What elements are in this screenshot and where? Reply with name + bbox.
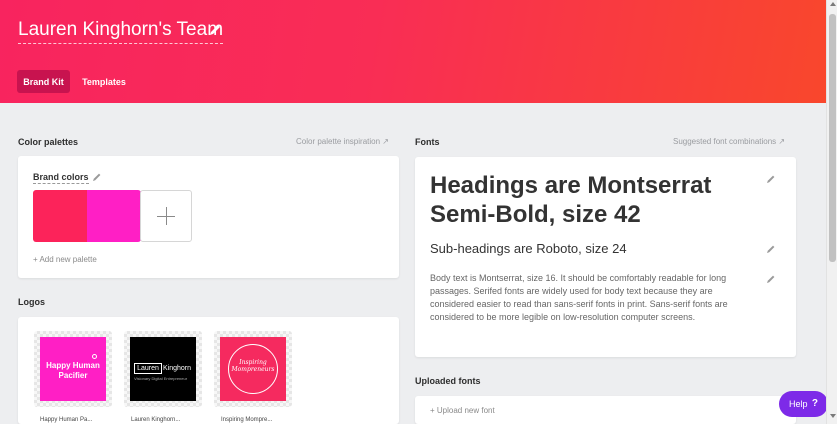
edit-pencil-icon[interactable] [92,172,102,182]
circle-icon [92,354,97,359]
body-font-sample[interactable]: Body text is Montserrat, size 16. It sho… [430,272,755,324]
heading-font-sample[interactable]: Headings are Montserrat Semi-Bold, size … [430,171,765,229]
logo-text: Inspiring Mompreneurs [231,359,275,373]
scroll-down-arrow-icon[interactable] [830,414,836,418]
logo-caption: Inspiring Mompre... [221,417,273,423]
logos-heading: Logos [18,297,45,307]
brand-colors-title[interactable]: Brand colors [33,172,89,184]
logo-tile[interactable]: Inspiring Mompreneurs [214,331,292,407]
add-new-palette-link[interactable]: + Add new palette [33,255,97,264]
subheading-font-sample[interactable]: Sub-headings are Roboto, size 24 [430,241,627,256]
logo-text: Lauren [134,363,162,374]
vertical-scrollbar[interactable] [826,0,837,424]
color-palette-inspiration-link[interactable]: Color palette inspiration ↗ [296,137,389,146]
logos-card: Happy Human Pacifier Happy Human Pa... L… [18,317,399,424]
logo-tile[interactable]: Lauren Kinghorn Visionary Digital Entrep… [124,331,202,407]
logo-image: Lauren Kinghorn Visionary Digital Entrep… [130,337,196,401]
brand-kit-header: Lauren Kinghorn's Team Brand Kit Templat… [0,0,826,103]
logo-image: Happy Human Pacifier [40,337,106,401]
color-palettes-heading: Color palettes [18,137,79,147]
logo-tagline: Visionary Digital Entrepreneur [134,376,188,381]
upload-new-font-link[interactable]: + Upload new font [430,406,495,415]
question-icon: ? [811,398,818,409]
scroll-up-arrow-icon[interactable] [830,2,836,6]
edit-pencil-icon[interactable] [766,174,776,184]
help-button[interactable]: Help ? [779,391,828,417]
edit-pencil-icon[interactable] [766,274,776,284]
logo-text: Kinghorn [163,365,192,372]
help-label: Help [789,399,808,409]
uploaded-fonts-heading: Uploaded fonts [415,376,481,386]
edit-pencil-icon[interactable] [766,244,776,254]
tab-templates[interactable]: Templates [76,70,132,93]
team-title[interactable]: Lauren Kinghorn's Team [18,19,224,44]
tab-brand-kit[interactable]: Brand Kit [17,70,70,93]
color-swatch[interactable] [33,190,87,242]
suggested-font-combinations-link[interactable]: Suggested font combinations ↗ [673,137,785,146]
color-swatch[interactable] [87,190,141,242]
logo-tile[interactable]: Happy Human Pacifier [34,331,112,407]
edit-pencil-icon[interactable] [208,23,222,37]
logo-text: Happy Human Pacifier [46,361,100,380]
fonts-card: Headings are Montserrat Semi-Bold, size … [415,157,796,357]
scrollbar-thumb[interactable] [829,14,836,262]
color-palettes-card: Brand colors + Add new palette [18,156,399,278]
uploaded-fonts-card: + Upload new font [415,396,796,424]
add-color-button[interactable] [140,190,192,242]
logo-caption: Lauren Kinghorn... [131,417,181,423]
logo-caption: Happy Human Pa... [40,417,93,423]
fonts-heading: Fonts [415,137,440,147]
logo-image: Inspiring Mompreneurs [220,337,286,401]
